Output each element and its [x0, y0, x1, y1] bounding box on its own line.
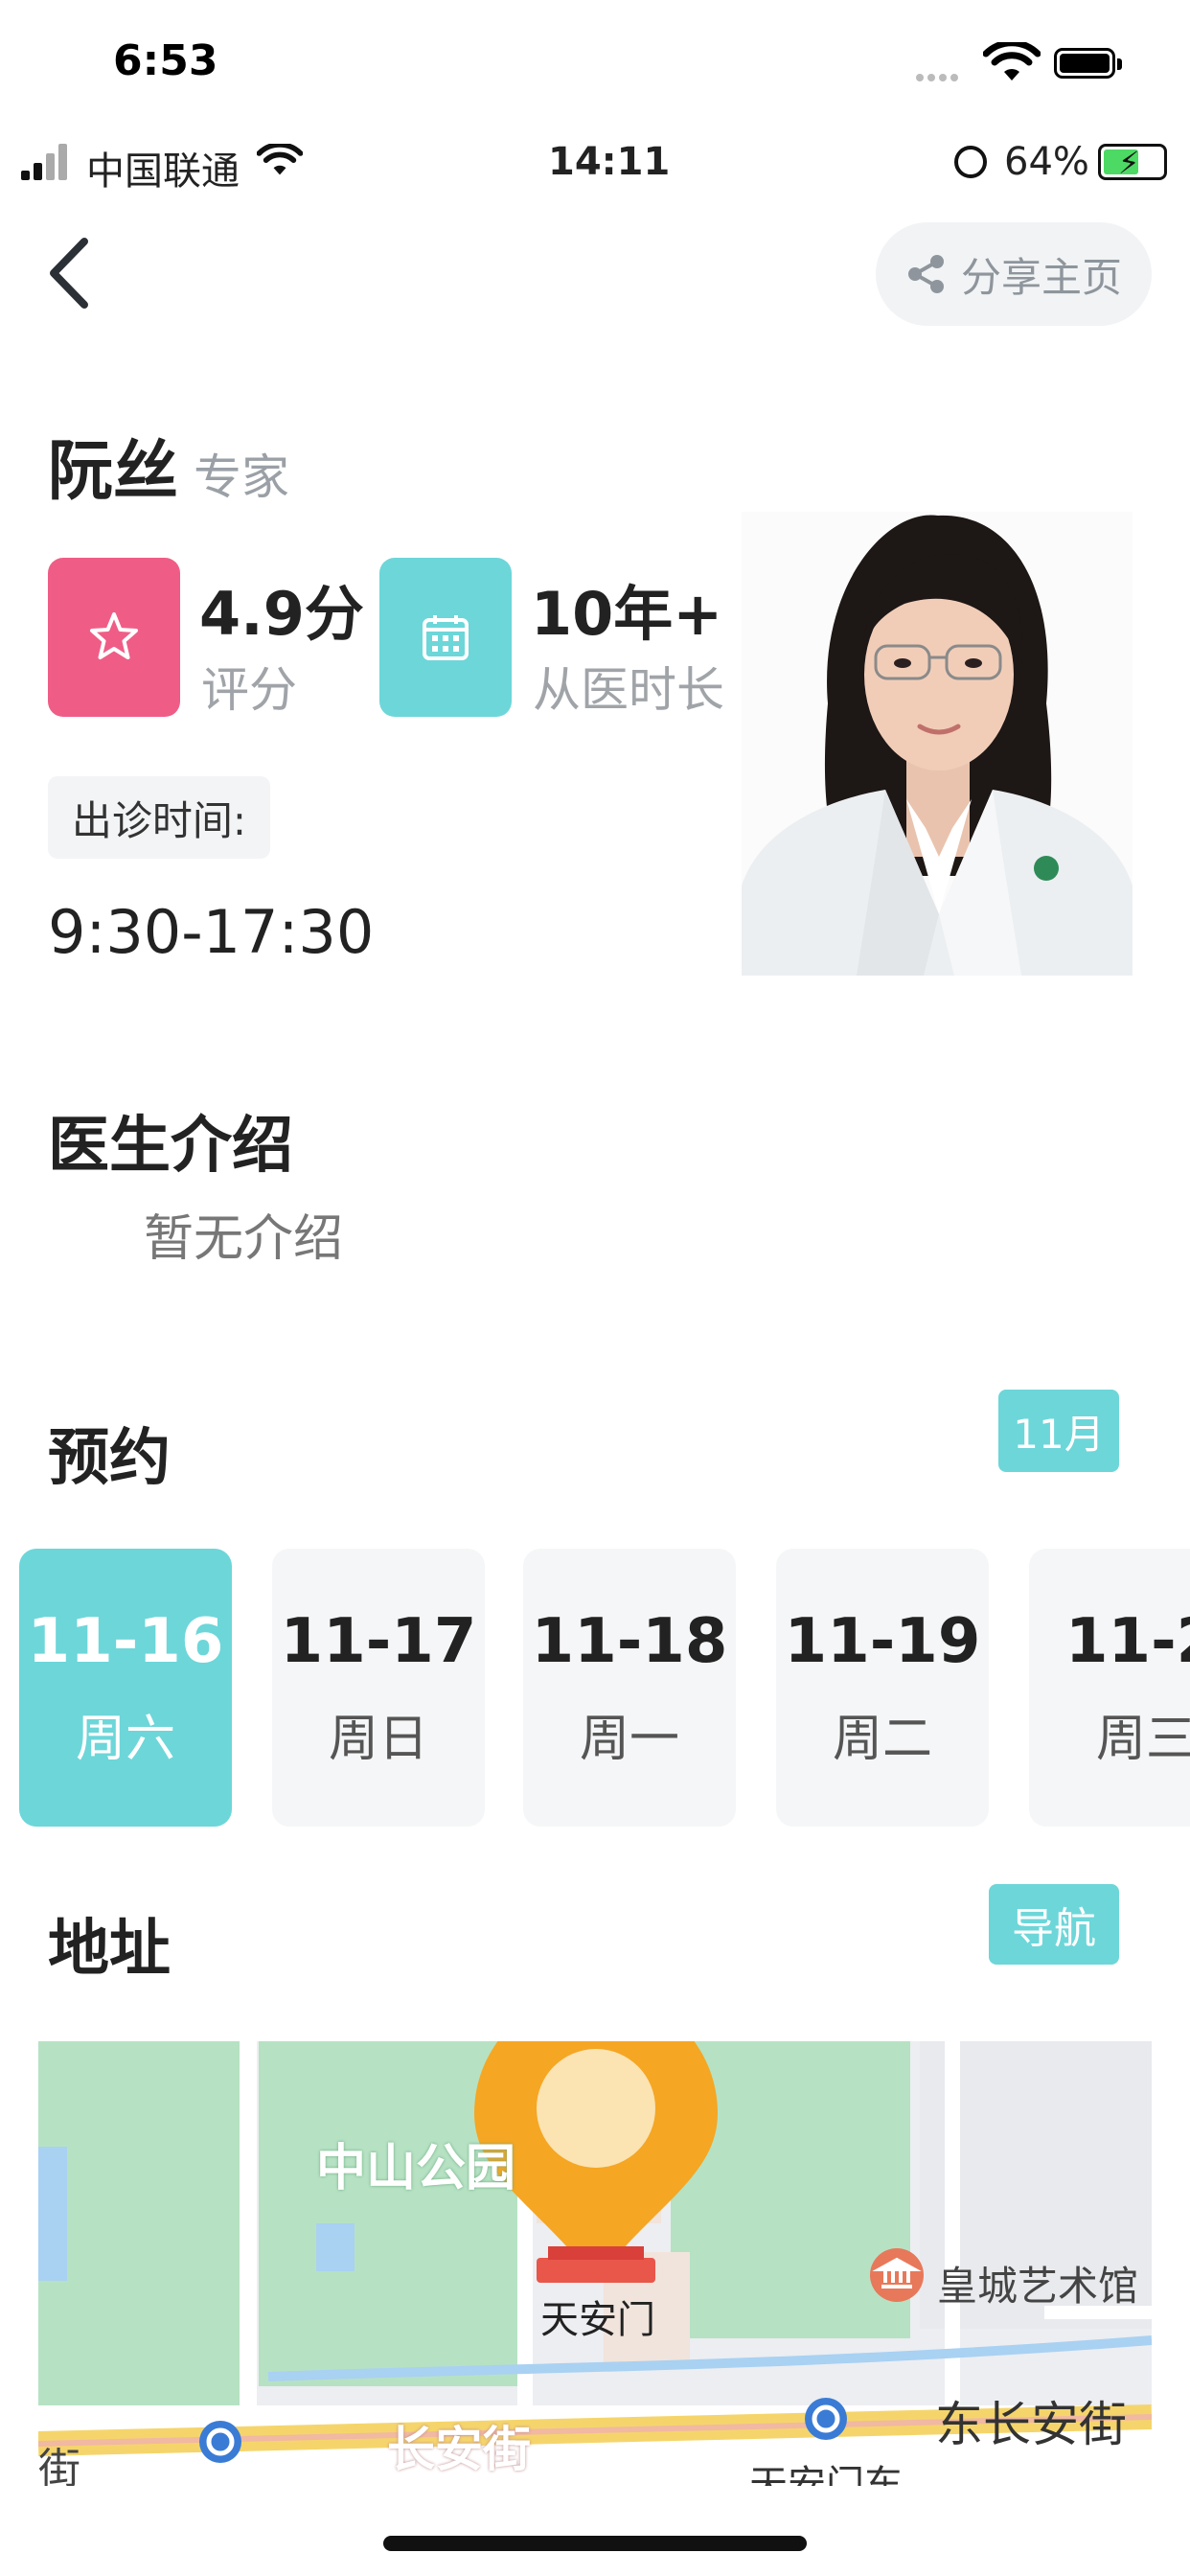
wifi-icon [982, 39, 1041, 88]
doctor-photo [742, 512, 1133, 976]
battery-icon [1054, 48, 1122, 79]
date-number: 11-20 [1065, 1606, 1190, 1677]
back-button[interactable] [38, 230, 100, 316]
battery-percent: 64% [1004, 140, 1089, 184]
experience-label: 从医时长 [533, 662, 724, 718]
carrier-name: 中国联通 [86, 150, 240, 194]
rating-tile [48, 558, 180, 717]
map-label-museum: 皇城艺术馆 [937, 2263, 1139, 2310]
map-label-bottom-place: 天安门东 [749, 2463, 903, 2486]
doctor-name: 阮丝 [48, 434, 179, 510]
address-heading: 地址 [48, 1914, 171, 1985]
star-icon [90, 612, 138, 659]
share-homepage-button[interactable]: 分享主页 [876, 222, 1152, 326]
date-weekday: 周六 [75, 1711, 175, 1768]
share-label: 分享主页 [960, 253, 1122, 301]
cellular-signal-icon [21, 144, 71, 180]
status-time: 14:11 [548, 140, 671, 184]
map-label-pin-place: 天安门 [540, 2298, 655, 2342]
date-number: 11-19 [784, 1606, 981, 1677]
map-label-park: 中山公园 [316, 2140, 516, 2197]
home-indicator[interactable] [383, 2536, 807, 2551]
wifi-icon [256, 142, 304, 182]
date-card[interactable]: 11-19 周二 [776, 1549, 989, 1827]
calendar-icon [423, 615, 469, 660]
experience-tile [379, 558, 512, 717]
hours-value: 9:30-17:30 [48, 897, 375, 967]
date-card[interactable]: 11-20 周三 [1029, 1549, 1190, 1827]
map-label-street-left: 街 [38, 2445, 80, 2486]
month-selector[interactable]: 11月 [998, 1390, 1119, 1472]
date-weekday: 周日 [328, 1711, 428, 1768]
intro-heading: 医生介绍 [48, 1111, 293, 1182]
experience-value: 10年+ [531, 579, 723, 649]
date-number: 11-17 [280, 1606, 477, 1677]
museum-icon [870, 2248, 924, 2302]
intro-text: 暂无介绍 [144, 1210, 344, 1268]
rating-value: 4.9分 [199, 579, 364, 649]
date-card[interactable]: 11-18 周一 [523, 1549, 736, 1827]
booking-heading: 预约 [48, 1423, 171, 1494]
doctor-title: 专家 [194, 449, 289, 505]
date-number: 11-16 [27, 1606, 224, 1677]
date-number: 11-18 [531, 1606, 728, 1677]
map-label-street-east: 东长安街 [935, 2397, 1127, 2452]
charging-battery-icon: ⚡ [1098, 144, 1167, 181]
hours-label: 出诊时间: [48, 776, 270, 859]
date-weekday: 周一 [579, 1711, 679, 1768]
rotation-lock-icon [954, 146, 987, 178]
navigate-button[interactable]: 导航 [989, 1884, 1119, 1965]
map-view[interactable]: 中山公园 天安门 皇城艺术馆 长安街 东长安街 街 天安门东 [38, 2041, 1152, 2486]
system-time: 6:53 [113, 36, 218, 85]
map-label-street-main: 长安街 [387, 2422, 531, 2477]
share-icon [907, 255, 944, 293]
date-weekday: 周二 [832, 1711, 932, 1768]
date-card[interactable]: 11-16 周六 [19, 1549, 232, 1827]
rating-label: 评分 [201, 662, 297, 718]
date-card[interactable]: 11-17 周日 [272, 1549, 485, 1827]
back-icon [50, 238, 88, 309]
signal-dots-icon [916, 67, 962, 85]
date-weekday: 周三 [1096, 1711, 1190, 1768]
